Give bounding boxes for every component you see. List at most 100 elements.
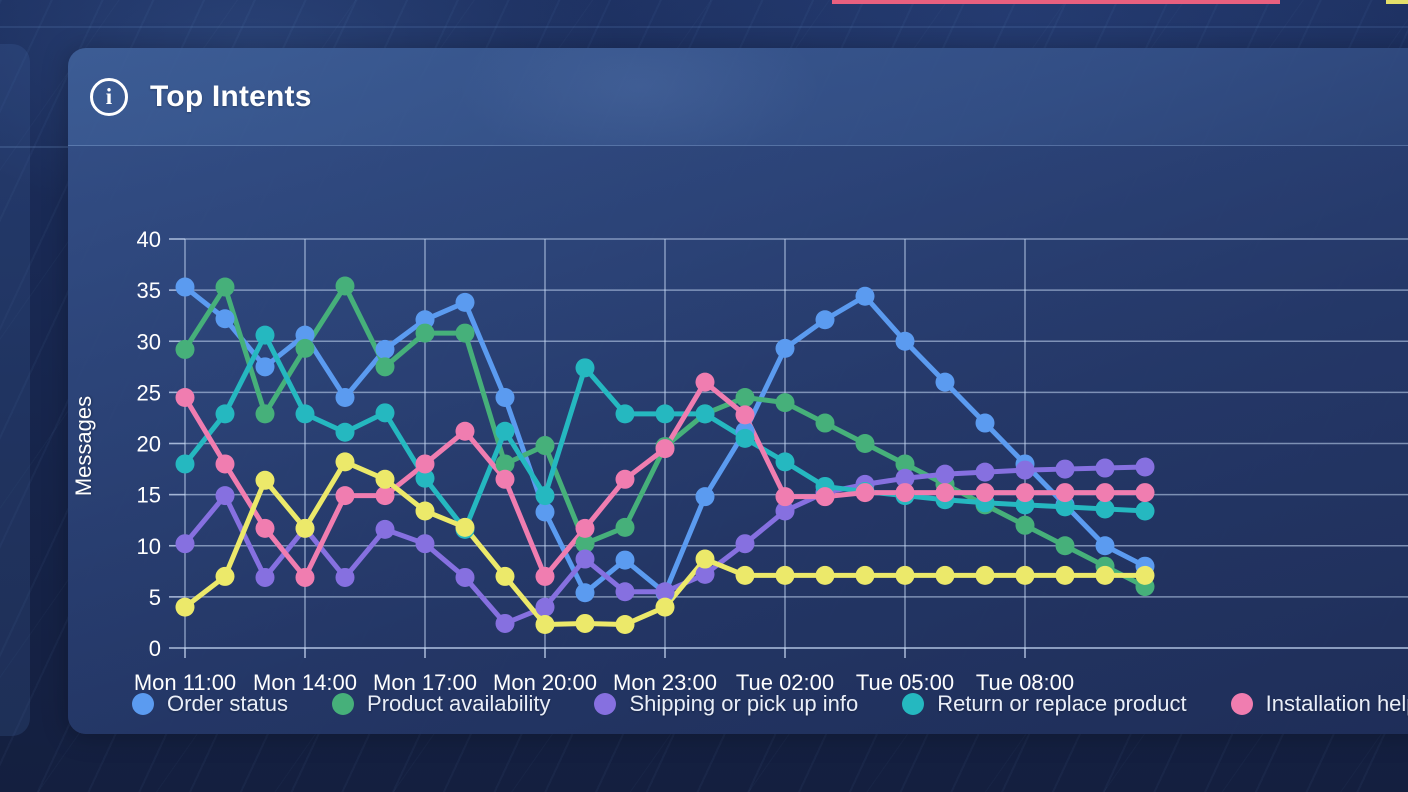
- data-point[interactable]: [855, 286, 875, 306]
- data-point[interactable]: [455, 323, 475, 343]
- data-point[interactable]: [855, 434, 875, 453]
- data-point[interactable]: [535, 502, 555, 522]
- data-point[interactable]: [655, 597, 675, 617]
- data-point[interactable]: [215, 309, 235, 329]
- data-point[interactable]: [895, 565, 915, 585]
- data-point[interactable]: [455, 517, 475, 537]
- data-point[interactable]: [575, 518, 595, 538]
- data-point[interactable]: [735, 534, 755, 554]
- data-point[interactable]: [255, 518, 275, 538]
- data-point[interactable]: [1135, 483, 1155, 503]
- legend-item[interactable]: Shipping or pick up info: [594, 691, 858, 717]
- data-point[interactable]: [495, 387, 515, 407]
- data-point[interactable]: [735, 565, 755, 585]
- data-point[interactable]: [1095, 565, 1115, 585]
- data-point[interactable]: [615, 469, 635, 489]
- data-point[interactable]: [415, 454, 435, 474]
- data-point[interactable]: [575, 358, 595, 378]
- data-point[interactable]: [975, 413, 995, 433]
- data-point[interactable]: [975, 483, 995, 503]
- data-point[interactable]: [1095, 458, 1115, 478]
- data-point[interactable]: [215, 566, 235, 586]
- data-point[interactable]: [215, 404, 235, 424]
- data-point[interactable]: [375, 469, 395, 489]
- data-point[interactable]: [775, 452, 795, 472]
- data-point[interactable]: [695, 487, 715, 507]
- data-point[interactable]: [935, 464, 955, 484]
- data-point[interactable]: [695, 372, 715, 392]
- data-point[interactable]: [175, 534, 195, 554]
- legend-item[interactable]: Installation help: [1230, 691, 1408, 717]
- data-point[interactable]: [855, 483, 875, 503]
- data-point[interactable]: [1135, 501, 1155, 521]
- line-chart-svg[interactable]: 0510152025303540Mon 11:00 Mon 14:00 Mon 17…: [68, 146, 1408, 734]
- data-point[interactable]: [1055, 565, 1075, 585]
- data-point[interactable]: [1055, 536, 1075, 556]
- legend-item[interactable]: Order status: [132, 691, 288, 717]
- data-point[interactable]: [335, 276, 355, 296]
- data-point[interactable]: [415, 501, 435, 521]
- data-point[interactable]: [335, 422, 355, 442]
- data-point[interactable]: [535, 614, 555, 634]
- data-point[interactable]: [975, 565, 995, 585]
- data-point[interactable]: [775, 393, 795, 413]
- data-point[interactable]: [775, 338, 795, 358]
- data-point[interactable]: [175, 277, 195, 297]
- data-point[interactable]: [1135, 457, 1155, 477]
- data-point[interactable]: [335, 387, 355, 407]
- data-point[interactable]: [255, 325, 275, 345]
- legend-item[interactable]: Product availability: [332, 691, 550, 717]
- data-point[interactable]: [615, 404, 635, 424]
- data-point[interactable]: [175, 339, 195, 359]
- data-point[interactable]: [375, 403, 395, 423]
- data-point[interactable]: [255, 404, 275, 424]
- data-point[interactable]: [615, 582, 635, 602]
- data-point[interactable]: [575, 613, 595, 633]
- data-point[interactable]: [295, 518, 315, 538]
- data-point[interactable]: [455, 292, 475, 312]
- data-point[interactable]: [735, 428, 755, 448]
- data-point[interactable]: [655, 404, 675, 424]
- data-point[interactable]: [1135, 565, 1155, 585]
- data-point[interactable]: [615, 517, 635, 537]
- data-point[interactable]: [255, 567, 275, 587]
- data-point[interactable]: [375, 486, 395, 506]
- data-point[interactable]: [295, 338, 315, 358]
- data-point[interactable]: [375, 357, 395, 377]
- data-point[interactable]: [375, 519, 395, 539]
- data-point[interactable]: [415, 323, 435, 343]
- data-point[interactable]: [1015, 483, 1035, 503]
- data-point[interactable]: [1095, 499, 1115, 519]
- data-point[interactable]: [175, 454, 195, 474]
- data-point[interactable]: [415, 534, 435, 554]
- data-point[interactable]: [1015, 515, 1035, 535]
- data-point[interactable]: [695, 549, 715, 569]
- data-point[interactable]: [535, 597, 555, 617]
- info-icon[interactable]: i: [90, 77, 128, 116]
- data-point[interactable]: [535, 566, 555, 586]
- data-point[interactable]: [775, 565, 795, 585]
- data-point[interactable]: [335, 452, 355, 472]
- data-point[interactable]: [215, 454, 235, 474]
- data-point[interactable]: [855, 565, 875, 585]
- data-point[interactable]: [735, 405, 755, 425]
- data-point[interactable]: [215, 277, 235, 297]
- data-point[interactable]: [615, 550, 635, 570]
- data-point[interactable]: [895, 331, 915, 351]
- data-point[interactable]: [815, 565, 835, 585]
- data-point[interactable]: [455, 567, 475, 587]
- data-point[interactable]: [975, 462, 995, 482]
- data-point[interactable]: [575, 583, 595, 603]
- data-point[interactable]: [535, 436, 555, 456]
- data-point[interactable]: [495, 469, 515, 489]
- data-point[interactable]: [295, 404, 315, 424]
- data-point[interactable]: [1095, 483, 1115, 503]
- data-point[interactable]: [255, 357, 275, 377]
- data-point[interactable]: [775, 487, 795, 507]
- data-point[interactable]: [1055, 459, 1075, 479]
- data-point[interactable]: [1015, 565, 1035, 585]
- data-point[interactable]: [655, 439, 675, 459]
- data-point[interactable]: [1095, 536, 1115, 556]
- data-point[interactable]: [935, 565, 955, 585]
- data-point[interactable]: [615, 614, 635, 634]
